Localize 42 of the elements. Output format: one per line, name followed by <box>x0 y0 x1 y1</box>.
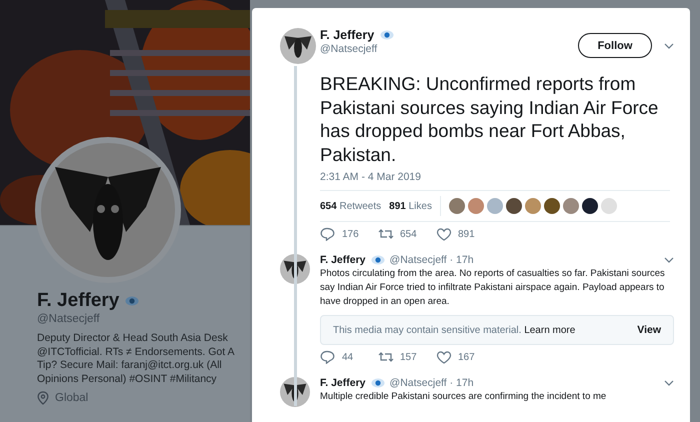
reply-text: Photos circulating from the area. No reports of casualties so far. Pakistani sources say Indian Air Force tried to infiltrate Pakistani airspace again. Payload appears to have dropped in an open area. <box>320 267 666 309</box>
action-count: 654 <box>400 228 417 240</box>
follow-button[interactable]: Follow <box>578 33 652 58</box>
avatar <box>280 377 310 407</box>
tweet-timestamp[interactable]: 2:31 AM - 4 Mar 2019 <box>320 171 670 191</box>
profile-bio: Deputy Director & Head South Asia Desk @ITCTofficial. RTs ≠ Endorsements. Got A Tip? Secure Mail: faranj@itct.org.uk (All Opinions Personal) #OSINT #Militancy <box>37 332 236 386</box>
retweets-count[interactable]: 654 Retweets <box>320 200 382 212</box>
heart-icon[interactable] <box>436 227 452 241</box>
profile-location: Global <box>55 392 88 404</box>
avatar[interactable] <box>506 198 522 214</box>
chevron-icon[interactable] <box>664 380 674 386</box>
avatar[interactable] <box>544 198 560 214</box>
author-name[interactable]: F. Jeffery <box>320 377 366 389</box>
retweet-icon[interactable] <box>378 350 394 364</box>
retweet-icon[interactable] <box>378 227 394 241</box>
heart-icon[interactable] <box>436 350 452 364</box>
action-count: 157 <box>400 352 417 362</box>
profile-name: F. Jeffery <box>37 290 120 312</box>
profile-handle: @Natsecjeff <box>37 313 101 325</box>
author-name[interactable]: F. Jeffery <box>320 254 366 266</box>
reply-icon[interactable] <box>320 227 336 241</box>
avatar[interactable] <box>582 198 598 214</box>
likes-count[interactable]: 891 Likes <box>389 200 432 212</box>
view-button[interactable]: View <box>637 324 661 336</box>
tweet-text: BREAKING: Unconfirmed reports from Pakistani sources saying Indian Air Force has dropped bombs near Fort Abbas, Pakistan. <box>320 72 660 166</box>
avatar <box>280 254 310 284</box>
reply-icon[interactable] <box>320 350 336 364</box>
author-handle[interactable]: @Natsecjeff · 17h <box>390 254 653 266</box>
action-count: 176 <box>342 228 359 240</box>
action-count: 891 <box>458 228 475 240</box>
author-name[interactable]: F. Jeffery <box>320 28 374 42</box>
learn-more-link[interactable]: Learn more <box>524 324 576 336</box>
author-handle[interactable]: @Natsecjeff · 17h <box>390 377 653 389</box>
notice-text: This media may contain sensitive material. Learn more <box>333 324 576 336</box>
chevron-icon[interactable] <box>664 43 674 49</box>
author-handle[interactable]: @Natsecjeff <box>320 43 578 55</box>
reply-text: Multiple credible Pakistani sources are confirming the incident to me <box>320 390 608 404</box>
action-count: 167 <box>458 352 475 362</box>
chevron-icon[interactable] <box>664 257 674 263</box>
action-count: 44 <box>342 352 354 362</box>
location-pin-icon <box>37 391 49 405</box>
avatar <box>280 28 316 64</box>
